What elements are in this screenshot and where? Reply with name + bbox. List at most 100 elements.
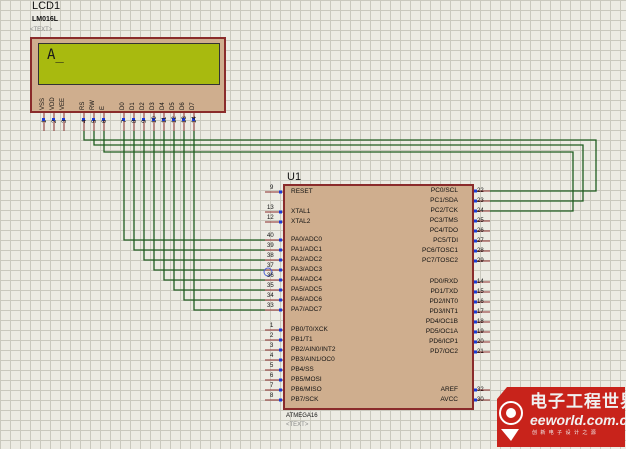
mcu-pin-label: PC6/TOSC1 [421,247,458,254]
lcd-pin-number: 6 [102,119,108,123]
mcu-pin-label: PC5/TDI [433,237,458,244]
lcd-pin-d3-label: D3 [150,102,156,110]
lcd-pin-number: 10 [152,116,158,123]
mcu-pin-number: 7 [270,383,274,389]
mcu-pin-label: PC3/TMS [429,217,458,224]
mcu-pin-dot [279,398,282,402]
mcu-pin-number: 15 [477,289,484,295]
lcd-part-name: LM016L [32,16,59,23]
mcu-pin-dot [279,388,282,392]
mcu-pin-label: PA5/ADC5 [291,286,322,293]
lcd-pin-d7-label: D7 [190,102,196,110]
mcu-pin-dot [279,210,282,214]
mcu-pin-dot [279,238,282,242]
mcu-pin-label: PD4/OC1B [425,318,458,325]
mcu-pin-label: XTAL1 [291,208,311,215]
mcu-pin-number: 16 [477,299,484,305]
mcu-pin-number: 38 [267,253,274,259]
mcu-pin-label: RESET [291,188,313,195]
mcu-pin-number: 18 [477,319,484,325]
mcu-pin-label: PC0/SCL [430,187,458,194]
mcu-pin-label: PB6/MISO [291,386,322,393]
mcu-pin-label: PA4/ADC4 [291,276,322,283]
mcu-pin-dot [279,348,282,352]
mcu-pin-dot [279,258,282,262]
mcu-pin-label: PC1/SDA [430,197,458,204]
mcu-pin-dot [279,358,282,362]
lcd-reference: LCD1 [32,0,61,12]
lcd-screen [38,43,220,85]
wire-rs [83,131,597,192]
lcd-pin-vee-label: VEE [60,97,66,110]
mcu-pin-number: 12 [267,215,274,221]
mcu-text-placeholder: <TEXT> [286,422,309,428]
wire-data-d4 [163,131,265,281]
mcu-pin-label: PC2/TCK [430,207,458,214]
mcu-pin-number: 39 [267,243,274,249]
mcu-pin-number: 5 [270,363,274,369]
mcu-pin-number: 17 [477,309,484,315]
mcu-reference: U1 [287,171,302,183]
mcu-pin-number: 40 [267,233,274,239]
mcu-pin-dot [279,378,282,382]
mcu-pin-number: 24 [477,208,484,214]
lcd-pin-number: 14 [192,116,198,123]
mcu-pin-number: 23 [477,198,484,204]
wire-data-d6 [183,131,265,301]
mcu-pin-label: PC7/TOSC2 [421,257,458,264]
lcd-pin-d6-label: D6 [180,102,186,110]
lcd-pin-number: 4 [82,119,88,123]
mcu-pin-label: PB4/SS [291,366,314,373]
lcd-pin-vdd-label: VDD [50,97,56,110]
mcu-pin-number: 37 [267,263,274,269]
mcu-pin-label: PB5/MOSI [291,376,322,383]
mcu-pin-number: 29 [477,258,484,264]
mcu-pin-dot [279,190,282,194]
logo-main-text: 电子工程世界 [530,392,626,411]
mcu-pin-number: 14 [477,279,484,285]
mcu-pin-number: 2 [270,333,274,339]
lcd-pin-number: 3 [62,119,68,123]
mcu-pin-label: PB1/T1 [291,336,313,343]
mcu-pin-label: PD6/ICP1 [429,338,458,345]
mcu-pin-label: PA2/ADC2 [291,256,322,263]
lcd-pin-number: 8 [132,119,138,123]
lcd-pin-d0-label: D0 [120,102,126,110]
logo-sub-text: 创 新 电 子 设 计 之 源 [532,430,597,436]
mcu-pin-label: PB7/SCK [291,396,319,403]
lcd-display-text: A_ [47,47,64,63]
mcu-pin-number: 30 [477,397,484,403]
lcd-pin-number: 11 [162,116,168,123]
mcu-pin-number: 3 [270,343,274,349]
mcu-pin-number: 13 [267,205,274,211]
lcd-pin-number: 12 [172,116,178,123]
mcu-pin-label: AVCC [440,396,458,403]
lcd-pin-d5-label: D5 [170,102,176,110]
mcu-pin-label: PD0/RXD [429,278,458,285]
mcu-pin-number: 34 [267,293,274,299]
wire-data-d5 [173,131,265,291]
mcu-pin-number: 28 [477,248,484,254]
lcd-pin-number: 13 [182,116,188,123]
lcd-pin-number: 5 [92,119,98,123]
mcu-pin-number: 1 [270,323,274,329]
mcu-pin-label: PD7/OC2 [430,348,458,355]
mcu-pin-number: 4 [270,353,274,359]
mcu-pin-label: PB3/AIN1/OC0 [291,356,335,363]
mcu-pin-number: 25 [477,218,484,224]
logo-site-text: eeworld.com.cn [530,412,626,428]
lcd-pin-rw-label: RW [90,100,96,110]
mcu-pin-dot [279,220,282,224]
mcu-pin-label: PD1/TXD [430,288,458,295]
mcu-pin-label: PB2/AIN0/INT2 [291,346,336,353]
lcd-pin-d1-label: D1 [130,102,136,110]
mcu-pin-number: 9 [270,185,274,191]
mcu-pin-label: PA1/ADC1 [291,246,322,253]
mcu-pin-label: PC4/TDO [429,227,458,234]
mcu-pin-dot [279,278,282,282]
mcu-pin-dot [279,298,282,302]
lcd-pin-rs-label: RS [80,101,86,110]
mcu-pin-dot [279,268,282,272]
mcu-pin-label: PD2/INT0 [429,298,458,305]
mcu-pin-dot [279,338,282,342]
